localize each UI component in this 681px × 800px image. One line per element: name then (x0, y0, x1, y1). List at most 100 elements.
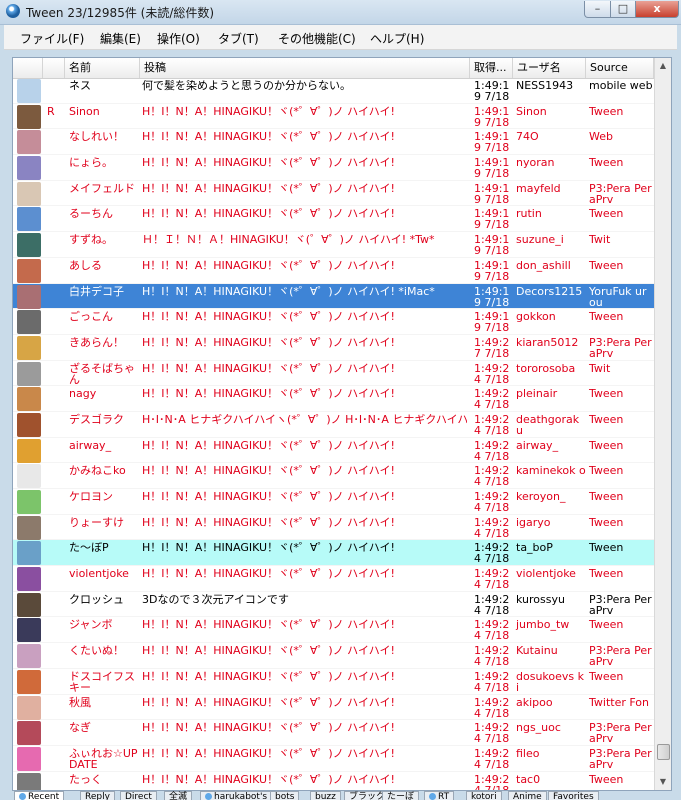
table-row[interactable]: airway_ H！I！N！A！HINAGIKU！ヾ(*゜∀゜)ノ ハイハイ! 1:… (13, 438, 654, 464)
table-row[interactable]: かみねこko H！I！N！A！HINAGIKU！ヾ(*゜∀゜)ノ ハイハイ! 1:4… (13, 463, 654, 489)
avatar[interactable] (17, 490, 41, 514)
scroll-thumb[interactable] (657, 744, 670, 760)
avatar[interactable] (17, 541, 41, 566)
table-row[interactable]: くたいぬ！ H！I！N！A！HINAGIKU！ヾ(*゜∀゜)ノ ハイハイ! 1:49… (13, 643, 654, 669)
avatar[interactable] (17, 258, 41, 283)
table-row[interactable]: R Sinon H！I！N！A！HINAGIKU！ヾ(*゜∀゜)ノ ハイハイ! 1:4… (13, 104, 654, 130)
avatar[interactable] (17, 387, 41, 412)
tab-4[interactable]: harukabot's (200, 791, 273, 800)
tab-8[interactable]: たーぼ (382, 791, 420, 800)
table-row[interactable]: るーちん H！I！N！A！HINAGIKU！ヾ(*゜∀゜)ノ ハイハイ! 1:49:… (13, 206, 654, 233)
avatar[interactable] (17, 181, 41, 206)
table-row[interactable]: にょら。 H！I！N！A！HINAGIKU！ヾ(*゜∀゜)ノ ハイハイ! 1:49:… (13, 155, 654, 181)
table-row[interactable]: すずね。 Ｈ！Ｉ！Ｎ！Ａ！HINAGIKU！ヾ(゜∀゜)ノ ハイハイ! *Tw* 1… (13, 232, 654, 258)
table-row[interactable]: ふぃれお☆UPDATE H！I！N！A！HINAGIKU！ヾ(*゜∀゜)ノ ハイハ… (13, 746, 654, 772)
tab-12[interactable]: Favorites (548, 791, 599, 800)
row-name: ドスコイフスキー (69, 669, 135, 694)
tab-1[interactable]: Reply (80, 791, 115, 800)
menu-file[interactable]: ファイル(F) (20, 30, 84, 47)
tab-6[interactable]: buzz (310, 791, 341, 800)
avatar[interactable] (17, 284, 41, 309)
table-row[interactable]: なぎ H！I！N！A！HINAGIKU！ヾ(*゜∀゜)ノ ハイハイ! 1:49:24… (13, 720, 654, 746)
row-post: H！I！N！A！HINAGIKU！ヾ(*゜∀゜)ノ ハイハイ! (142, 542, 395, 554)
tab-9[interactable]: RT (424, 791, 455, 800)
avatar[interactable] (17, 464, 41, 489)
menu-other-functions[interactable]: その他機能(C) (278, 30, 356, 47)
table-row[interactable]: なしれい！ H！I！N！A！HINAGIKU！ヾ(*゜∀゜)ノ ハイハイ! 1:49… (13, 129, 654, 156)
menu-help[interactable]: ヘルプ(H) (370, 30, 424, 47)
tab-10[interactable]: kotori (466, 791, 502, 800)
table-row[interactable]: クロッシュ 3Dなので３次元アイコンです 1:49:24 7/18 kurossyu P… (13, 592, 654, 618)
table-row[interactable]: ドスコイフスキー H！I！N！A！HINAGIKU！ヾ(*゜∀゜)ノ ハイハイ! 1… (13, 669, 654, 695)
avatar[interactable] (17, 361, 41, 386)
avatar[interactable] (17, 156, 41, 181)
avatar[interactable] (17, 335, 41, 360)
scroll-up-arrow-icon[interactable]: ▲ (655, 58, 671, 74)
row-time: 1:49:24 7/18 (474, 695, 510, 720)
tab-label: Anime (513, 792, 542, 800)
column-post[interactable]: 投稿 (140, 58, 470, 78)
column-source[interactable]: Source (586, 58, 654, 78)
menu-operation[interactable]: 操作(O) (157, 30, 200, 47)
avatar[interactable] (17, 79, 41, 103)
column-icon[interactable] (13, 58, 43, 78)
table-row[interactable]: たっく H！I！N！A！HINAGIKU！ヾ(*゜∀゜)ノ ハイハイ! 1:49:2… (13, 772, 654, 790)
avatar[interactable] (17, 644, 41, 669)
table-row[interactable]: ざるそばちゃん H！I！N！A！HINAGIKU！ヾ(*゜∀゜)ノ ハイハイ! 1:… (13, 361, 654, 387)
avatar[interactable] (17, 618, 41, 643)
avatar[interactable] (17, 130, 41, 155)
tab-3[interactable]: 全滅 (164, 791, 193, 800)
table-row[interactable]: あしる H！I！N！A！HINAGIKU！ヾ(*゜∀゜)ノ ハイハイ! 1:49:1… (13, 258, 654, 284)
close-button[interactable]: x (635, 1, 679, 18)
window-title: Tween 23/12985件 (未読/総件数) (26, 6, 215, 20)
maximize-button[interactable]: □ (610, 1, 636, 18)
avatar[interactable] (17, 772, 41, 790)
avatar[interactable] (17, 669, 41, 694)
column-mark[interactable] (43, 58, 65, 78)
menu-tab[interactable]: タブ(T) (218, 30, 259, 47)
table-row[interactable]: りょーすけ H！I！N！A！HINAGIKU！ヾ(*゜∀゜)ノ ハイハイ! 1:49… (13, 515, 654, 541)
row-post: H！I！N！A！HINAGIKU！ヾ(*゜∀゜)ノ ハイハイ! (142, 336, 395, 348)
tab-11[interactable]: Anime (508, 791, 547, 800)
table-row[interactable]: 白井デコ子 H！I！N！A！HINAGIKU！ヾ(*゜∀゜)ノ ハイハイ! *iM… (13, 283, 654, 310)
menu-edit[interactable]: 編集(E) (100, 30, 141, 47)
column-name[interactable]: 名前 (65, 58, 140, 78)
table-row[interactable]: デスゴラク H･I･N･A ヒナギクハイハイヽ(*゜∀゜)ノ H･I･N･A ヒナ… (13, 412, 654, 438)
row-username: don_ashill (516, 258, 571, 272)
avatar[interactable] (17, 567, 41, 592)
table-row[interactable]: きあらん！ H！I！N！A！HINAGIKU！ヾ(*゜∀゜)ノ ハイハイ! 1:49… (13, 335, 654, 361)
tab-2[interactable]: Direct (120, 791, 157, 800)
vertical-scrollbar[interactable]: ▲ ▼ (654, 58, 671, 790)
table-row[interactable]: ごっこん H！I！N！A！HINAGIKU！ヾ(*゜∀゜)ノ ハイハイ! 1:49:… (13, 309, 654, 335)
tab-0[interactable]: Recent (14, 791, 65, 800)
avatar[interactable] (17, 592, 41, 617)
table-row[interactable]: violentjoke H！I！N！A！HINAGIKU！ヾ(*゜∀゜)ノ ハイハ… (13, 566, 654, 592)
avatar[interactable] (17, 438, 41, 463)
row-username: jumbo_tw (516, 618, 570, 632)
timeline-list[interactable]: 名前 投稿 取得... ユーザ名 Source ネス 何で髪を染めようと思うのか分… (12, 57, 672, 791)
column-time[interactable]: 取得... (470, 58, 513, 78)
avatar[interactable] (17, 207, 41, 232)
minimize-button[interactable]: – (584, 1, 611, 18)
avatar[interactable] (17, 721, 41, 746)
table-row[interactable]: メイフェルド H！I！N！A！HINAGIKU！ヾ(*゜∀゜)ノ ハイハイ! 1:4… (13, 181, 654, 207)
table-row[interactable]: ネス 何で髪を染めようと思うのか分からない。 1:49:19 7/18 NESS194… (13, 78, 654, 104)
table-row[interactable]: nagy H！I！N！A！HINAGIKU！ヾ(*゜∀゜)ノ ハイハイ! 1:49:… (13, 386, 654, 412)
table-row[interactable]: ジャンボ H！I！N！A！HINAGIKU！ヾ(*゜∀゜)ノ ハイハイ! 1:49:… (13, 617, 654, 644)
tab-label: Reply (85, 792, 110, 800)
row-post: H！I！N！A！HINAGIKU！ヾ(*゜∀゜)ノ ハイハイ! (142, 362, 395, 374)
column-username[interactable]: ユーザ名 (513, 58, 586, 78)
avatar[interactable] (17, 412, 41, 437)
table-row[interactable]: 秋風 H！I！N！A！HINAGIKU！ヾ(*゜∀゜)ノ ハイハイ! 1:49:24… (13, 695, 654, 721)
avatar[interactable] (17, 515, 41, 540)
avatar[interactable] (17, 233, 41, 258)
scroll-down-arrow-icon[interactable]: ▼ (655, 774, 671, 790)
avatar[interactable] (17, 104, 41, 129)
avatar[interactable] (17, 695, 41, 720)
avatar[interactable] (17, 746, 41, 771)
avatar[interactable] (17, 310, 41, 335)
tab-label: ブラック (349, 792, 386, 800)
tab-5[interactable]: bots (270, 791, 300, 800)
table-row[interactable]: ケロヨン H！I！N！A！HINAGIKU！ヾ(*゜∀゜)ノ ハイハイ! 1:49:… (13, 489, 654, 515)
table-row[interactable]: た〜ぼP H！I！N！A！HINAGIKU！ヾ(*゜∀゜)ノ ハイハイ! 1:49:… (13, 540, 654, 567)
